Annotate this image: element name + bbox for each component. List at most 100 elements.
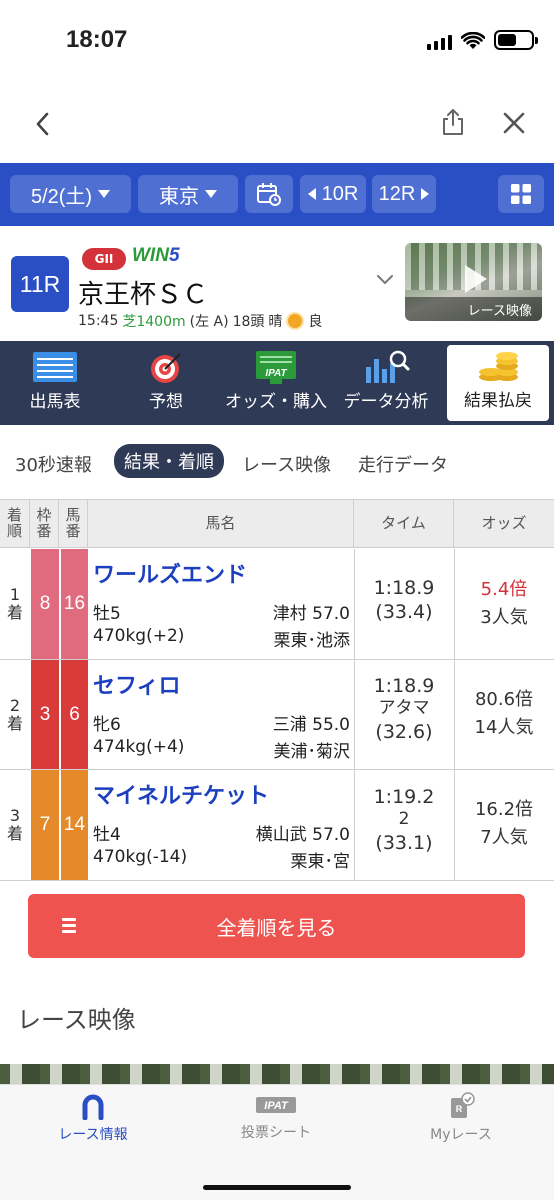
- chevron-down-icon: [98, 190, 111, 198]
- tab-voting-sheet[interactable]: IPAT 投票シート: [201, 1092, 351, 1142]
- win5-badge: WIN5: [132, 245, 180, 266]
- odds-cell: 80.6倍 14人気: [474, 689, 534, 738]
- race-video-preview[interactable]: [0, 1064, 554, 1086]
- race-meta: 15:45 芝1400m (左 A) 18頭 晴 良: [78, 311, 322, 331]
- tile-label: 結果払戻: [464, 391, 532, 411]
- grid-icon: [511, 184, 531, 204]
- horse-number: 16: [60, 549, 88, 659]
- close-icon[interactable]: [503, 112, 525, 134]
- race-video-thumbnail[interactable]: レース映像: [405, 243, 542, 321]
- horse-number: 6: [60, 660, 88, 769]
- odds-cell: 5.4倍 3人気: [480, 579, 528, 628]
- sun-icon: [288, 314, 303, 328]
- expand-chevron-icon[interactable]: [376, 274, 394, 286]
- battery-icon: [494, 30, 538, 50]
- prev-race-button[interactable]: 10R: [300, 175, 366, 213]
- prev-race-label: 10R: [321, 182, 359, 205]
- back-icon[interactable]: [34, 112, 52, 136]
- frame-number: 3: [31, 660, 59, 769]
- weather: 晴: [268, 314, 283, 330]
- subtab-race-video[interactable]: レース映像: [242, 449, 331, 479]
- body-weight: 470kg(-14): [93, 847, 188, 867]
- my-race-icon: R: [451, 1092, 475, 1118]
- date-select[interactable]: 5/2(土): [10, 175, 131, 213]
- start-time: 15:45: [78, 313, 119, 329]
- sex-age: 牡5: [93, 604, 121, 624]
- jockey-weight: 三浦 55.0: [272, 715, 350, 735]
- col-horse-name: 馬名: [88, 499, 354, 548]
- status-time: 18:07: [66, 26, 128, 53]
- horse-number: 14: [60, 770, 88, 880]
- grade-badge: GII: [82, 248, 126, 270]
- col-rank: 着順: [0, 499, 30, 548]
- horse-name-link[interactable]: ワールズエンド: [93, 557, 247, 589]
- tab-race-info[interactable]: レース情報: [18, 1092, 168, 1144]
- table-row-2-rank: 2 着: [6, 695, 23, 733]
- col-time: タイム: [354, 499, 454, 548]
- horse-name-link[interactable]: セフィロ: [93, 668, 181, 700]
- chart-magnifier-icon: [366, 350, 410, 383]
- signal-icon: [427, 35, 452, 50]
- race-name: 京王杯ＳＣ: [78, 280, 209, 310]
- venue-label: 東京: [159, 185, 199, 208]
- ipat-text: IPAT: [264, 1100, 289, 1112]
- share-icon[interactable]: [441, 108, 465, 136]
- ipat-text: IPAT: [265, 368, 287, 379]
- venue-select[interactable]: 東京: [138, 175, 238, 213]
- grid-menu-button[interactable]: [498, 175, 544, 213]
- tab-my-race[interactable]: R Myレース: [386, 1092, 536, 1144]
- tile-entry-list[interactable]: 出馬表: [1, 341, 109, 425]
- ipat-monitor-icon: IPAT: [256, 351, 296, 384]
- tile-prediction[interactable]: 予想: [112, 341, 220, 425]
- section-title: レース映像: [17, 1006, 136, 1034]
- frame-number: 7: [31, 770, 59, 880]
- tile-label: オッズ・購入: [225, 392, 327, 412]
- play-icon: [465, 265, 487, 293]
- tile-label: 予想: [149, 392, 183, 412]
- course: 芝1400m: [122, 314, 186, 330]
- stable: 美浦･菊沢: [273, 742, 351, 762]
- race-number-badge: 11R: [11, 256, 69, 312]
- next-race-button[interactable]: 12R: [372, 175, 436, 213]
- direction: (左 A): [189, 314, 229, 330]
- time-cell: 1:19.2 2 (33.1): [373, 786, 435, 855]
- wifi-icon: [461, 32, 485, 49]
- all-results-button[interactable]: 全着順を見る: [28, 894, 525, 958]
- target-icon: [151, 353, 181, 383]
- tile-label: データ分析: [343, 392, 429, 412]
- body-weight: 470kg(+2): [93, 626, 185, 646]
- tile-label: 出馬表: [29, 392, 81, 412]
- jockey-weight: 横山武 57.0: [255, 825, 350, 845]
- calendar-button[interactable]: [245, 175, 293, 213]
- entry-list-icon: [33, 352, 77, 382]
- status-icons: [427, 30, 538, 50]
- sex-age: 牝6: [93, 715, 121, 735]
- home-indicator: [203, 1185, 351, 1190]
- jockey-weight: 津村 57.0: [272, 604, 350, 624]
- tile-data-analysis[interactable]: データ分析: [332, 341, 440, 425]
- subtab-results[interactable]: 結果・着順: [114, 444, 224, 478]
- table-row-3-rank: 3 着: [6, 806, 23, 843]
- subtab-quick-report[interactable]: 30秒速報: [15, 449, 92, 479]
- frame-number: 8: [31, 549, 59, 659]
- horse-name-link[interactable]: マイネルチケット: [93, 778, 269, 810]
- body-weight: 474kg(+4): [93, 737, 185, 757]
- col-number: 馬番: [59, 499, 88, 548]
- going: 良: [308, 314, 323, 330]
- list-icon: [62, 918, 76, 936]
- all-results-label: 全着順を見る: [216, 915, 337, 940]
- tile-odds-purchase[interactable]: IPAT オッズ・購入: [222, 341, 330, 425]
- ipat-icon: IPAT: [256, 1097, 296, 1113]
- arrow-left-icon: [307, 188, 316, 200]
- tile-results-payout[interactable]: 結果払戻: [447, 345, 549, 421]
- stable: 栗東･池添: [273, 631, 351, 651]
- subtab-running-data[interactable]: 走行データ: [358, 449, 448, 479]
- chevron-down-icon: [205, 190, 217, 198]
- runners: 18頭: [232, 314, 265, 330]
- video-caption: レース映像: [405, 297, 542, 321]
- time-cell: 1:18.9 (33.4): [373, 577, 435, 624]
- horseshoe-icon: [82, 1094, 104, 1120]
- col-odds: オッズ: [454, 499, 554, 548]
- date-label: 5/2(土): [30, 185, 93, 208]
- sex-age: 牡4: [93, 825, 121, 845]
